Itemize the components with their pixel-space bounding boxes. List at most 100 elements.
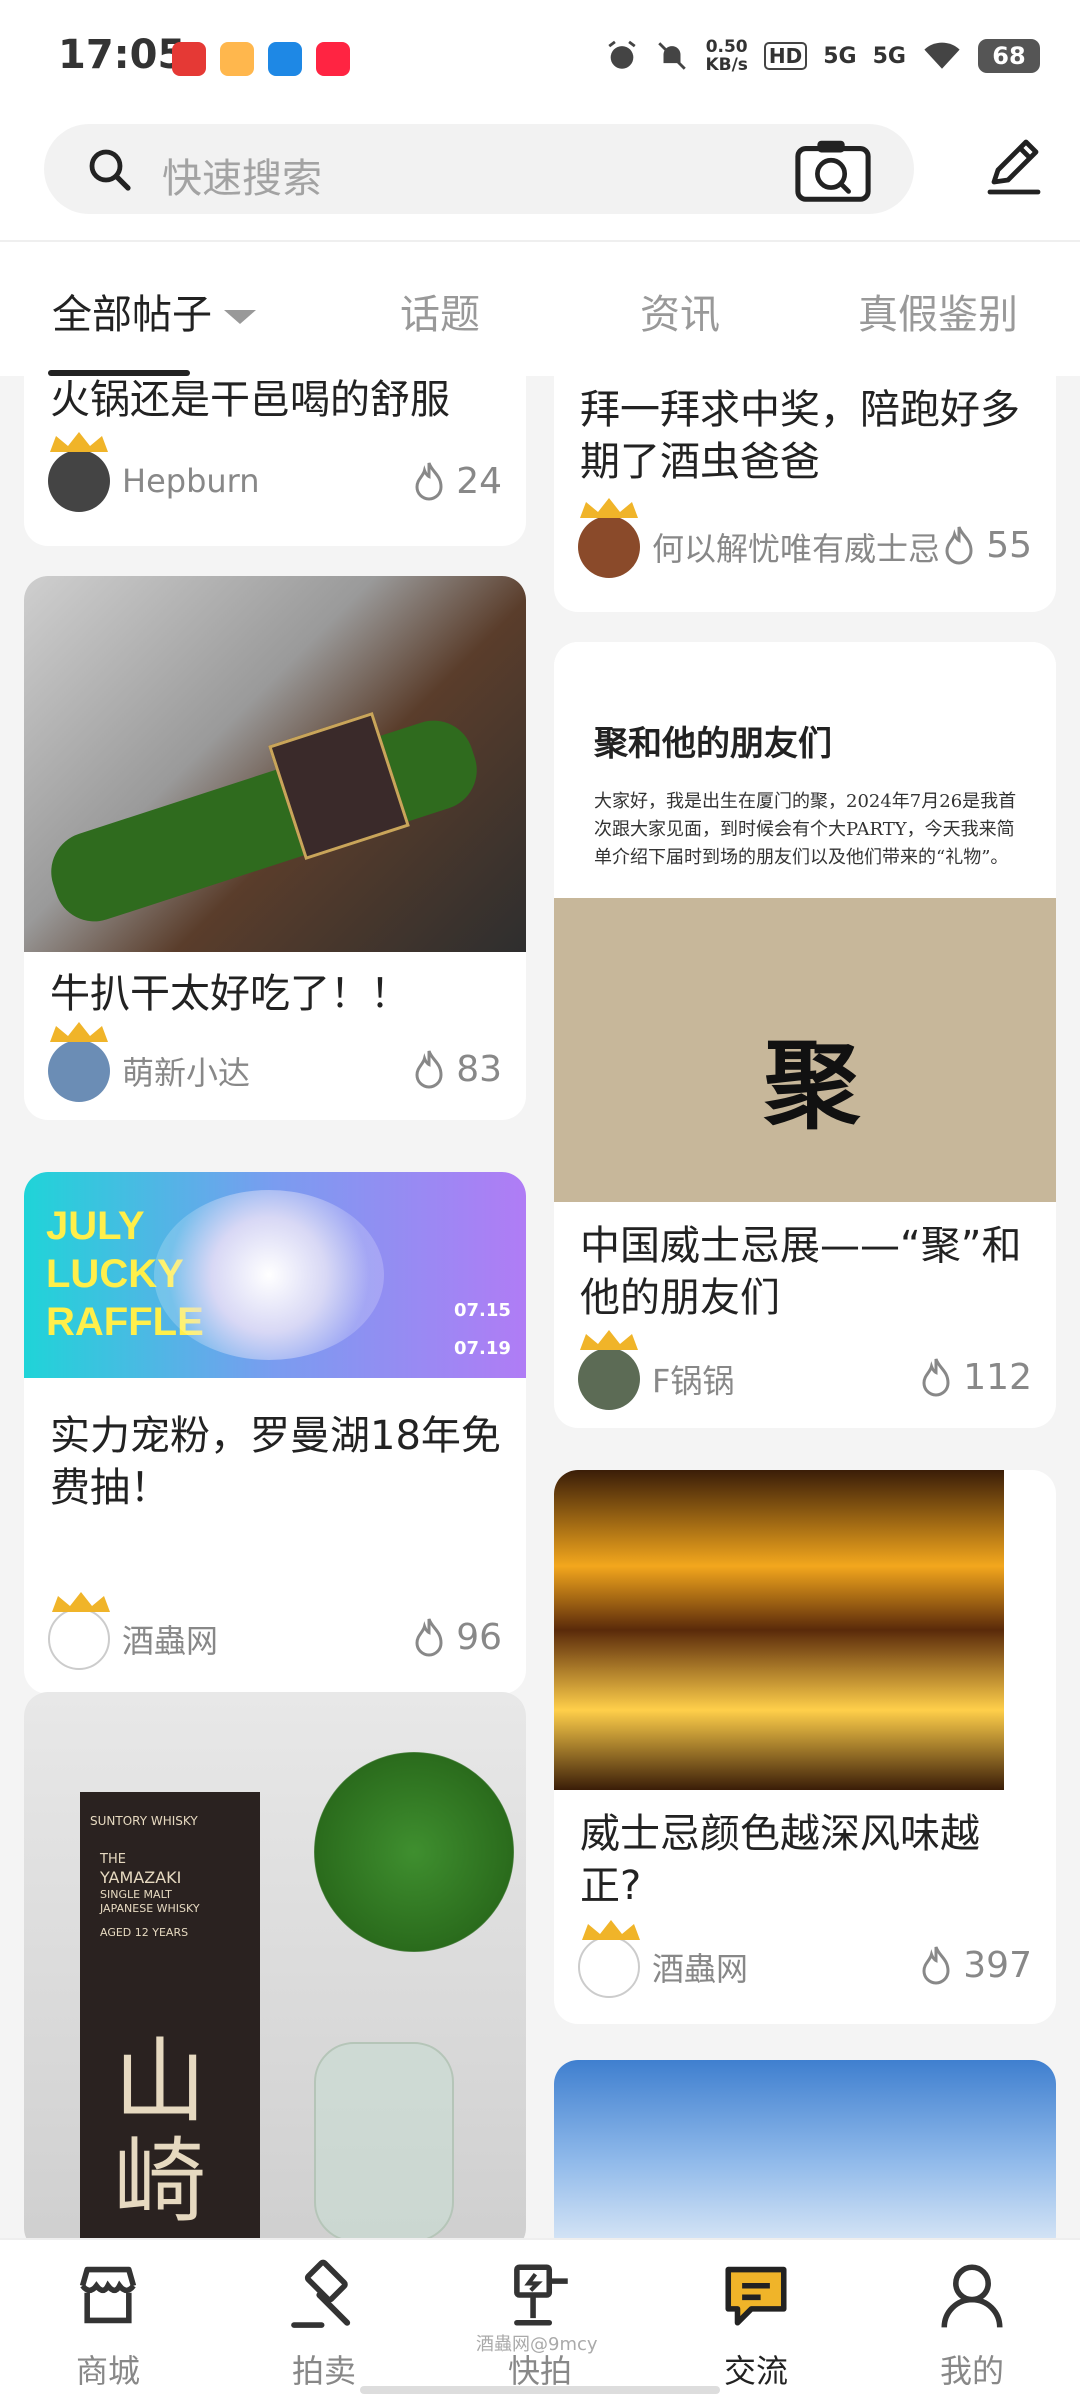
- tab-authenticity[interactable]: 真假鉴别: [858, 282, 1018, 340]
- nav-community[interactable]: 交流: [686, 2258, 826, 2392]
- flame-icon: [922, 1946, 950, 1985]
- box-brand: SUNTORY WHISKY: [90, 1814, 198, 1828]
- like-count[interactable]: 96: [410, 1616, 502, 1658]
- app-notification-icon: [268, 42, 302, 76]
- flame-icon: [415, 1050, 443, 1089]
- like-count-value: 55: [986, 524, 1032, 566]
- crown-icon: [582, 1920, 640, 1940]
- plant-leaves: [314, 1752, 514, 1952]
- search-placeholder: 快速搜索: [162, 156, 322, 202]
- mute-bell-icon: [658, 42, 687, 70]
- post-title: 威士忌颜色越深风味越正?: [580, 1811, 980, 1909]
- like-count-value: 96: [456, 1616, 502, 1658]
- box-name2: YAMAZAKI: [100, 1868, 182, 1887]
- post-card[interactable]: 威士忌颜色越深风味越正? 酒蟲网 397: [554, 1470, 1056, 2024]
- search-icon: [89, 149, 131, 191]
- nav-shop[interactable]: 商城: [38, 2258, 178, 2392]
- post-card[interactable]: JULY LUCKY RAFFLE 07.15 07.19 实力宠粉，罗曼湖18…: [24, 1172, 526, 1694]
- flame-icon: [922, 1358, 950, 1397]
- shop-icon: [79, 2266, 137, 2324]
- net-speed-unit: KB/s: [705, 55, 748, 75]
- crown-icon: [50, 432, 108, 452]
- post-author[interactable]: 酒蟲网: [578, 1920, 748, 1998]
- avatar: [48, 1022, 110, 1102]
- expo-poster-image: 聚和他的朋友们 大家好，我是出生在厦门的聚，2024年7月26是我首次跟大家见面…: [554, 642, 1056, 1202]
- poster-heading: 聚和他的朋友们: [594, 724, 832, 764]
- network-speed: 0.50 KB/s: [705, 38, 747, 74]
- battery-indicator: 68: [978, 39, 1040, 73]
- post-card[interactable]: 火锅还是干邑喝的舒服 Hepburn 24: [24, 376, 526, 546]
- post-author[interactable]: F锅锅: [578, 1330, 735, 1410]
- tab-news[interactable]: 资讯: [640, 282, 720, 340]
- sky-photo: [554, 2060, 1056, 2238]
- signal-5g-2: 5G: [872, 43, 906, 69]
- crown-icon: [52, 1592, 110, 1612]
- crown-icon: [580, 498, 638, 518]
- post-title: 中国威士忌展——“聚”和他的朋友们: [580, 1223, 1022, 1321]
- like-count[interactable]: 24: [410, 460, 502, 502]
- poster-big-char: 聚: [764, 1029, 860, 1142]
- edit-post-button[interactable]: [982, 134, 1046, 198]
- poster-body: 大家好，我是出生在厦门的聚，2024年7月26是我首次跟大家见面，到时候会有个大…: [594, 791, 1017, 868]
- like-count-value: 397: [963, 1944, 1032, 1986]
- nav-auction[interactable]: 拍卖: [254, 2258, 394, 2392]
- post-feed[interactable]: 火锅还是干邑喝的舒服 Hepburn 24 牛扒干太好吃了！！ 萌新小达 83: [0, 376, 1080, 2238]
- box-name1: THE: [100, 1852, 126, 1867]
- banner-date-start: 07.15: [454, 1300, 511, 1321]
- like-count[interactable]: 83: [410, 1048, 502, 1090]
- avatar: [578, 1330, 640, 1410]
- avatar: [578, 498, 640, 578]
- post-card[interactable]: [554, 2060, 1056, 2238]
- tab-all-posts[interactable]: 全部帖子: [52, 282, 256, 340]
- box-kanji: 山崎: [114, 2028, 207, 2235]
- chevron-down-icon: [224, 310, 256, 324]
- app-notification-icon: [172, 42, 206, 76]
- username: F锅锅: [652, 1362, 735, 1400]
- post-image: [24, 576, 526, 952]
- post-author[interactable]: 萌新小达: [48, 1022, 250, 1102]
- username: 何以解忧唯有威士忌: [652, 530, 941, 568]
- raffle-banner-image: JULY LUCKY RAFFLE 07.15 07.19: [24, 1172, 526, 1378]
- tab-all-posts-label: 全部帖子: [52, 292, 212, 338]
- app-notification-icon: [220, 42, 254, 76]
- notification-icons: [172, 42, 350, 76]
- search-header: 快速搜索: [0, 120, 1080, 240]
- net-speed-value: 0.50: [705, 37, 748, 57]
- like-count-value: 24: [456, 460, 502, 502]
- like-count-value: 83: [456, 1048, 502, 1090]
- status-right-icons: 0.50 KB/s HD 5G 5G 68: [605, 38, 1040, 74]
- search-input[interactable]: 快速搜索: [44, 124, 914, 214]
- box-name4: JAPANESE WHISKY: [100, 1902, 200, 1915]
- box-age: AGED 12 YEARS: [100, 1926, 189, 1939]
- post-card[interactable]: SUNTORY WHISKY THE YAMAZAKI SINGLE MALT …: [24, 1692, 526, 2238]
- post-title: 火锅还是干邑喝的舒服: [50, 377, 450, 423]
- like-count[interactable]: 112: [917, 1356, 1032, 1398]
- like-count-value: 112: [963, 1356, 1032, 1398]
- banner-text-july: JULY: [46, 1204, 145, 1248]
- tab-topics[interactable]: 话题: [400, 282, 480, 340]
- whisky-box: SUNTORY WHISKY THE YAMAZAKI SINGLE MALT …: [80, 1792, 260, 2238]
- post-card[interactable]: 牛扒干太好吃了！！ 萌新小达 83: [24, 576, 526, 1120]
- status-time: 17:05: [58, 32, 186, 78]
- banner-disc: [154, 1190, 384, 1360]
- xiaohongshu-notification-icon: [316, 42, 350, 76]
- gavel-icon: [291, 2259, 351, 2328]
- flame-icon: [945, 526, 973, 565]
- nav-label: 商城: [75, 2352, 140, 2390]
- post-card[interactable]: 拜一拜求中奖，陪跑好多期了酒虫爸爸 何以解忧唯有威士忌 55: [554, 376, 1056, 612]
- home-indicator[interactable]: [360, 2386, 720, 2394]
- like-count[interactable]: 55: [940, 524, 1032, 566]
- glass-vase: [314, 2042, 454, 2238]
- avatar: [48, 1592, 110, 1670]
- like-count[interactable]: 397: [917, 1944, 1032, 1986]
- post-card[interactable]: 聚和他的朋友们 大家好，我是出生在厦门的聚，2024年7月26是我首次跟大家见面…: [554, 642, 1056, 1428]
- username: 酒蟲网: [122, 1622, 219, 1660]
- bottle-shape: [40, 710, 488, 932]
- post-author[interactable]: Hepburn: [48, 432, 260, 512]
- nav-quick-auction[interactable]: 快拍: [470, 2258, 610, 2392]
- alarm-icon: [608, 40, 637, 69]
- post-author[interactable]: 酒蟲网: [48, 1592, 219, 1670]
- post-author[interactable]: 何以解忧唯有威士忌: [578, 498, 941, 578]
- nav-profile[interactable]: 我的: [902, 2258, 1042, 2392]
- camera-search-button[interactable]: [794, 136, 872, 204]
